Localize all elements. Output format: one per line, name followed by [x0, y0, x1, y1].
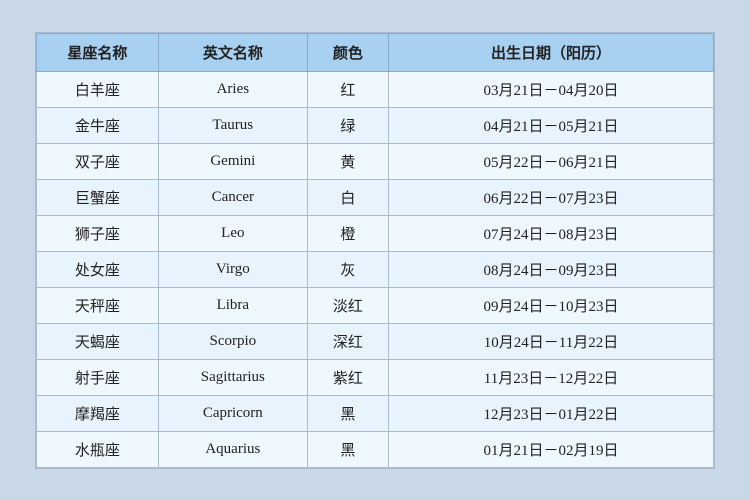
cell-color: 白	[307, 179, 388, 215]
cell-color: 黑	[307, 431, 388, 467]
cell-color: 黑	[307, 395, 388, 431]
cell-date: 06月22日－07月23日	[389, 179, 714, 215]
table-row: 天蝎座Scorpio深红10月24日－11月22日	[37, 323, 714, 359]
header-color: 颜色	[307, 33, 388, 71]
cell-english-name: Taurus	[158, 107, 307, 143]
table-row: 天秤座Libra淡红09月24日－10月23日	[37, 287, 714, 323]
cell-date: 01月21日－02月19日	[389, 431, 714, 467]
header-date: 出生日期（阳历）	[389, 33, 714, 71]
cell-date: 12月23日－01月22日	[389, 395, 714, 431]
cell-chinese-name: 白羊座	[37, 71, 159, 107]
cell-date: 08月24日－09月23日	[389, 251, 714, 287]
cell-date: 05月22日－06月21日	[389, 143, 714, 179]
cell-date: 09月24日－10月23日	[389, 287, 714, 323]
table-row: 狮子座Leo橙07月24日－08月23日	[37, 215, 714, 251]
table-row: 摩羯座Capricorn黑12月23日－01月22日	[37, 395, 714, 431]
cell-chinese-name: 双子座	[37, 143, 159, 179]
cell-date: 10月24日－11月22日	[389, 323, 714, 359]
table-row: 金牛座Taurus绿04月21日－05月21日	[37, 107, 714, 143]
cell-color: 灰	[307, 251, 388, 287]
cell-chinese-name: 金牛座	[37, 107, 159, 143]
cell-chinese-name: 射手座	[37, 359, 159, 395]
cell-color: 橙	[307, 215, 388, 251]
cell-color: 绿	[307, 107, 388, 143]
table-row: 水瓶座Aquarius黑01月21日－02月19日	[37, 431, 714, 467]
cell-color: 红	[307, 71, 388, 107]
table-row: 射手座Sagittarius紫红11月23日－12月22日	[37, 359, 714, 395]
table-header-row: 星座名称 英文名称 颜色 出生日期（阳历）	[37, 33, 714, 71]
zodiac-table: 星座名称 英文名称 颜色 出生日期（阳历） 白羊座Aries红03月21日－04…	[36, 33, 714, 468]
cell-color: 紫红	[307, 359, 388, 395]
cell-english-name: Aries	[158, 71, 307, 107]
cell-chinese-name: 天蝎座	[37, 323, 159, 359]
cell-chinese-name: 狮子座	[37, 215, 159, 251]
table-row: 白羊座Aries红03月21日－04月20日	[37, 71, 714, 107]
cell-date: 04月21日－05月21日	[389, 107, 714, 143]
header-english-name: 英文名称	[158, 33, 307, 71]
cell-color: 黄	[307, 143, 388, 179]
cell-english-name: Virgo	[158, 251, 307, 287]
cell-english-name: Leo	[158, 215, 307, 251]
zodiac-table-container: 星座名称 英文名称 颜色 出生日期（阳历） 白羊座Aries红03月21日－04…	[35, 32, 715, 469]
table-row: 处女座Virgo灰08月24日－09月23日	[37, 251, 714, 287]
cell-chinese-name: 处女座	[37, 251, 159, 287]
cell-english-name: Libra	[158, 287, 307, 323]
cell-color: 淡红	[307, 287, 388, 323]
cell-english-name: Sagittarius	[158, 359, 307, 395]
header-chinese-name: 星座名称	[37, 33, 159, 71]
cell-english-name: Aquarius	[158, 431, 307, 467]
cell-chinese-name: 水瓶座	[37, 431, 159, 467]
cell-date: 11月23日－12月22日	[389, 359, 714, 395]
table-row: 双子座Gemini黄05月22日－06月21日	[37, 143, 714, 179]
cell-date: 07月24日－08月23日	[389, 215, 714, 251]
cell-english-name: Gemini	[158, 143, 307, 179]
cell-color: 深红	[307, 323, 388, 359]
cell-chinese-name: 天秤座	[37, 287, 159, 323]
cell-chinese-name: 巨蟹座	[37, 179, 159, 215]
cell-english-name: Cancer	[158, 179, 307, 215]
cell-english-name: Scorpio	[158, 323, 307, 359]
table-row: 巨蟹座Cancer白06月22日－07月23日	[37, 179, 714, 215]
cell-english-name: Capricorn	[158, 395, 307, 431]
cell-chinese-name: 摩羯座	[37, 395, 159, 431]
cell-date: 03月21日－04月20日	[389, 71, 714, 107]
